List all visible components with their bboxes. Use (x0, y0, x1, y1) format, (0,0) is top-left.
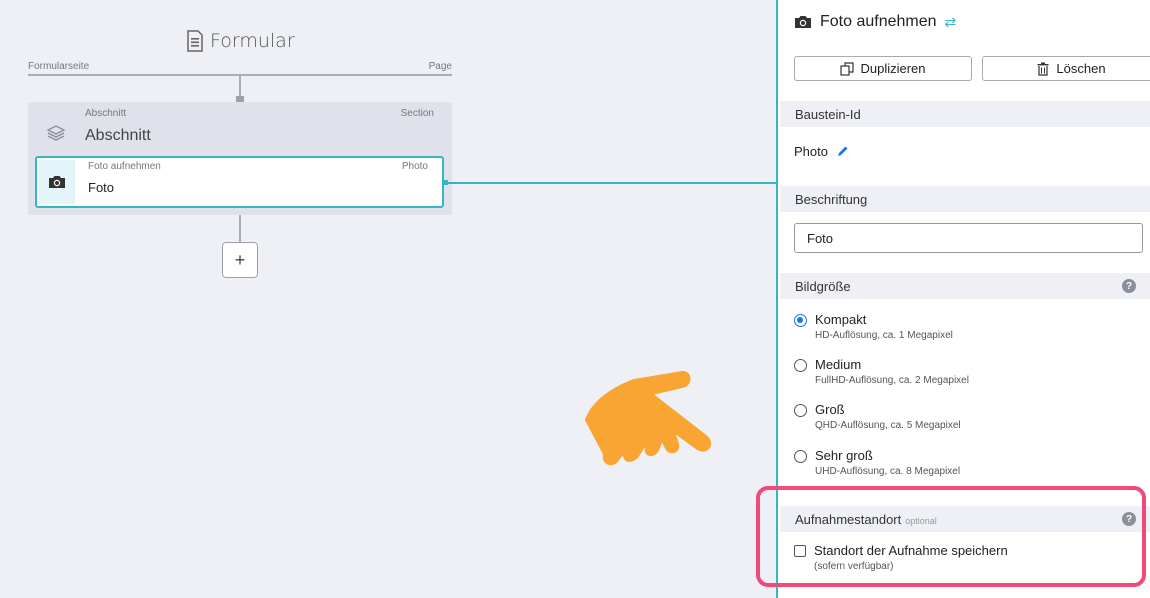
pencil-icon[interactable] (836, 145, 849, 158)
document-icon (187, 30, 203, 52)
camera-icon (795, 16, 811, 28)
caption-input[interactable] (794, 223, 1143, 253)
swap-icon[interactable]: ⇄ (945, 14, 957, 31)
radio-button[interactable] (794, 359, 807, 372)
form-title: Formular (186, 30, 295, 52)
radio-button[interactable] (794, 314, 807, 327)
id-value: Photo (794, 144, 828, 159)
photo-icon-cell (39, 160, 75, 204)
caption-heading-text: Beschriftung (795, 191, 868, 207)
size-option-desc: UHD-Auflösung, ca. 8 Megapixel (815, 466, 961, 477)
panel-title: Foto aufnehmen (820, 13, 937, 30)
camera-icon (49, 176, 65, 188)
selection-link-dot (443, 180, 448, 185)
size-option-desc: HD-Auflösung, ca. 1 Megapixel (815, 330, 953, 341)
radio-button[interactable] (794, 404, 807, 417)
pointing-hand-icon (585, 371, 712, 466)
size-option-very-large[interactable]: Sehr groß UHD-Auflösung, ca. 8 Megapixel (794, 448, 960, 477)
page-labels: Formularseite Page (28, 61, 452, 72)
form-title-text: Formular (210, 30, 295, 52)
duplicate-label: Duplizieren (860, 61, 926, 76)
connector-line (239, 76, 241, 98)
copy-icon (840, 61, 855, 76)
trash-icon (1037, 62, 1049, 76)
section-title: Abschnitt (85, 127, 151, 144)
page-label-left: Formularseite (28, 61, 90, 72)
connector-line-bottom (239, 215, 241, 242)
photo-block[interactable]: Foto aufnehmen Photo Foto (35, 156, 444, 208)
page-label-right: Page (428, 61, 452, 72)
section-meta-left: Abschnitt (85, 108, 127, 119)
size-section-heading: Bildgröße ? (780, 273, 1150, 299)
size-option-label: Medium (815, 357, 862, 372)
id-row: Photo (794, 144, 849, 159)
photo-meta-right: Photo (401, 161, 428, 172)
layers-icon (46, 125, 66, 141)
size-option-desc: FullHD-Auflösung, ca. 2 Megapixel (815, 375, 969, 386)
id-section-heading: Baustein-Id (780, 101, 1150, 127)
help-icon[interactable]: ? (1122, 279, 1136, 293)
id-heading-text: Baustein-Id (795, 106, 861, 122)
size-option-desc: QHD-Auflösung, ca. 5 Megapixel (815, 420, 961, 431)
size-option-large[interactable]: Groß QHD-Auflösung, ca. 5 Megapixel (794, 402, 961, 431)
caption-section-heading: Beschriftung (780, 186, 1150, 212)
selection-link-line (444, 182, 776, 184)
size-option-medium[interactable]: Medium FullHD-Auflösung, ca. 2 Megapixel (794, 357, 969, 386)
action-buttons: Duplizieren Löschen (794, 56, 1150, 81)
form-canvas: Formular Formularseite Page Abschnitt Se… (0, 0, 776, 598)
highlight-frame (756, 486, 1146, 587)
size-option-label: Kompakt (815, 312, 867, 327)
delete-label: Löschen (1056, 61, 1106, 76)
duplicate-button[interactable]: Duplizieren (794, 56, 972, 81)
size-option-label: Sehr groß (815, 448, 873, 463)
size-option-compact[interactable]: Kompakt HD-Auflösung, ca. 1 Megapixel (794, 312, 953, 341)
size-heading-text: Bildgröße (795, 278, 851, 294)
size-option-label: Groß (815, 402, 845, 417)
delete-button[interactable]: Löschen (982, 56, 1150, 81)
photo-meta-left: Foto aufnehmen (88, 161, 161, 172)
section-meta-right: Section (400, 108, 434, 119)
add-element-button[interactable]: + (222, 242, 258, 278)
radio-button[interactable] (794, 450, 807, 463)
photo-title: Foto (88, 180, 115, 195)
panel-header: Foto aufnehmen ⇄ (794, 13, 956, 31)
